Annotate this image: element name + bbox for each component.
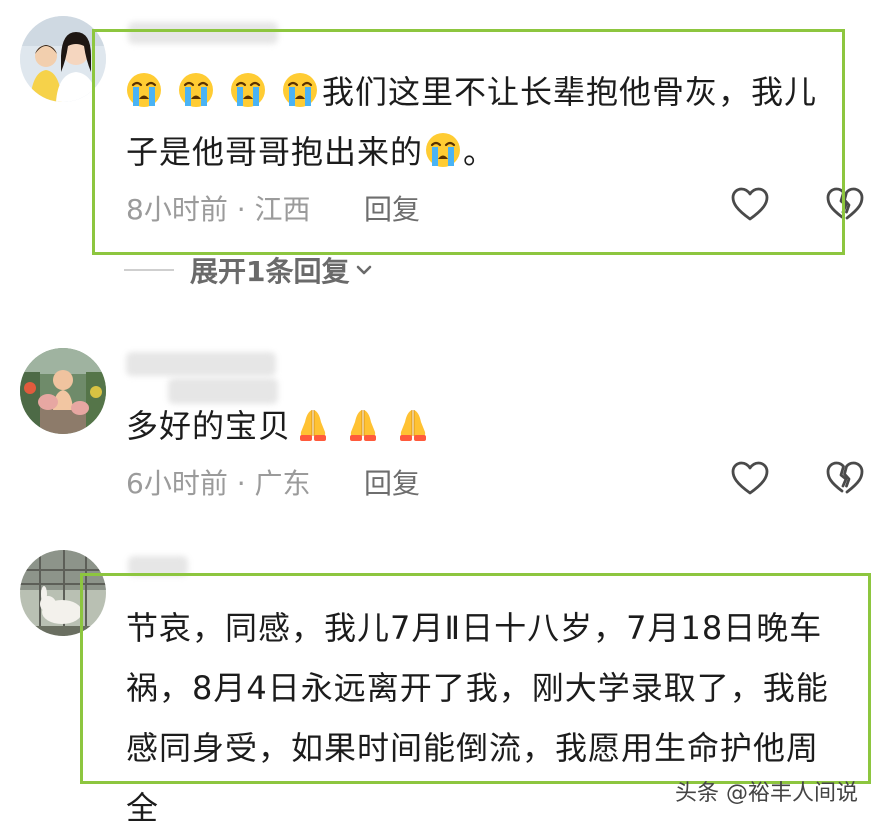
avatar-photo-icon <box>20 348 106 434</box>
time-location: 6小时前 · 广东 <box>126 467 311 500</box>
comment-line-4: 全 <box>126 789 160 825</box>
folded-hands-icon <box>395 407 431 445</box>
username-blurred <box>126 352 276 376</box>
folded-hands-icon <box>345 407 395 445</box>
expand-replies-label: 展开1条回复 <box>190 255 350 288</box>
expand-replies-button[interactable]: 展开1条回复 <box>124 250 373 290</box>
comment-text: 多好的宝贝 <box>126 396 431 456</box>
watermark: 头条 @裕丰人间说 <box>675 781 858 806</box>
avatar[interactable] <box>20 348 106 434</box>
divider-line <box>124 269 174 271</box>
highlight-box-1 <box>92 29 845 255</box>
highlight-box-2 <box>80 573 871 784</box>
comment-line-1: 多好的宝贝 <box>126 407 292 445</box>
like-heart-icon[interactable] <box>730 459 770 499</box>
chevron-down-icon <box>355 261 373 279</box>
reply-button[interactable]: 回复 <box>364 462 420 502</box>
dislike-broken-heart-icon[interactable] <box>825 459 865 499</box>
folded-hands-icon <box>291 407 345 445</box>
